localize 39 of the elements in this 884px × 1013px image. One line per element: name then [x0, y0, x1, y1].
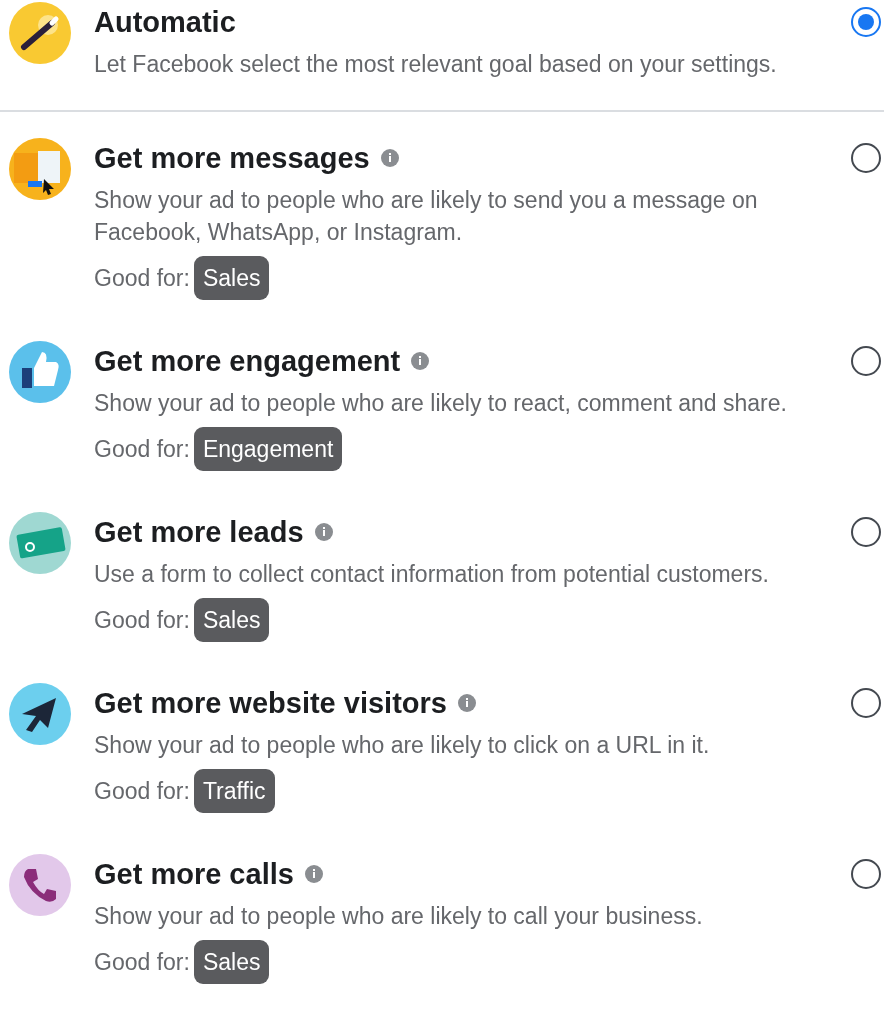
radio-button[interactable]: [851, 517, 881, 547]
info-icon[interactable]: [303, 864, 324, 884]
folder-icon: [8, 137, 72, 201]
option-title: Get more calls: [94, 857, 294, 891]
option-title: Get more website visitors: [94, 686, 447, 720]
good-for-label: Good for:: [94, 777, 190, 805]
radio-button[interactable]: [851, 859, 881, 889]
info-icon[interactable]: [456, 693, 477, 713]
category-tag: Sales: [193, 940, 270, 984]
option-title: Get more messages: [94, 141, 370, 175]
card-icon: [8, 511, 72, 575]
info-icon[interactable]: [313, 522, 334, 542]
radio-button[interactable]: [851, 688, 881, 718]
good-for-label: Good for:: [94, 264, 190, 292]
info-icon[interactable]: [410, 351, 431, 371]
radio-button[interactable]: [851, 143, 881, 173]
cursor-icon: [8, 682, 72, 746]
option-description: Show your ad to people who are likely to react, comment and share.: [94, 389, 788, 418]
option-description: Show your ad to people who are likely to send you a message on Facebook, WhatsApp, or Instagram.: [94, 186, 759, 247]
option-title: Get more leads: [94, 515, 304, 549]
radio-button[interactable]: [851, 346, 881, 376]
phone-icon: [8, 853, 72, 917]
option-description: Use a form to collect contact information from potential customers.: [94, 560, 770, 589]
good-for-label: Good for:: [94, 606, 190, 634]
good-for-label: Good for:: [94, 948, 190, 976]
radio-button[interactable]: [851, 7, 881, 37]
option-title: Get more engagement: [94, 344, 401, 378]
thumbs-up-icon: [8, 340, 72, 404]
good-for-label: Good for:: [94, 435, 190, 463]
category-tag: Traffic: [193, 769, 275, 813]
wand-icon: [8, 1, 72, 65]
info-icon[interactable]: [379, 148, 400, 168]
option-title: Automatic: [94, 5, 236, 39]
option-description: Show your ad to people who are likely to call your business.: [94, 902, 704, 931]
option-description: Show your ad to people who are likely to click on a URL in it.: [94, 731, 711, 760]
option-description: Let Facebook select the most relevant goal based on your settings.: [94, 50, 778, 79]
category-tag: Sales: [193, 256, 270, 300]
category-tag: Engagement: [193, 427, 343, 471]
category-tag: Sales: [193, 598, 270, 642]
